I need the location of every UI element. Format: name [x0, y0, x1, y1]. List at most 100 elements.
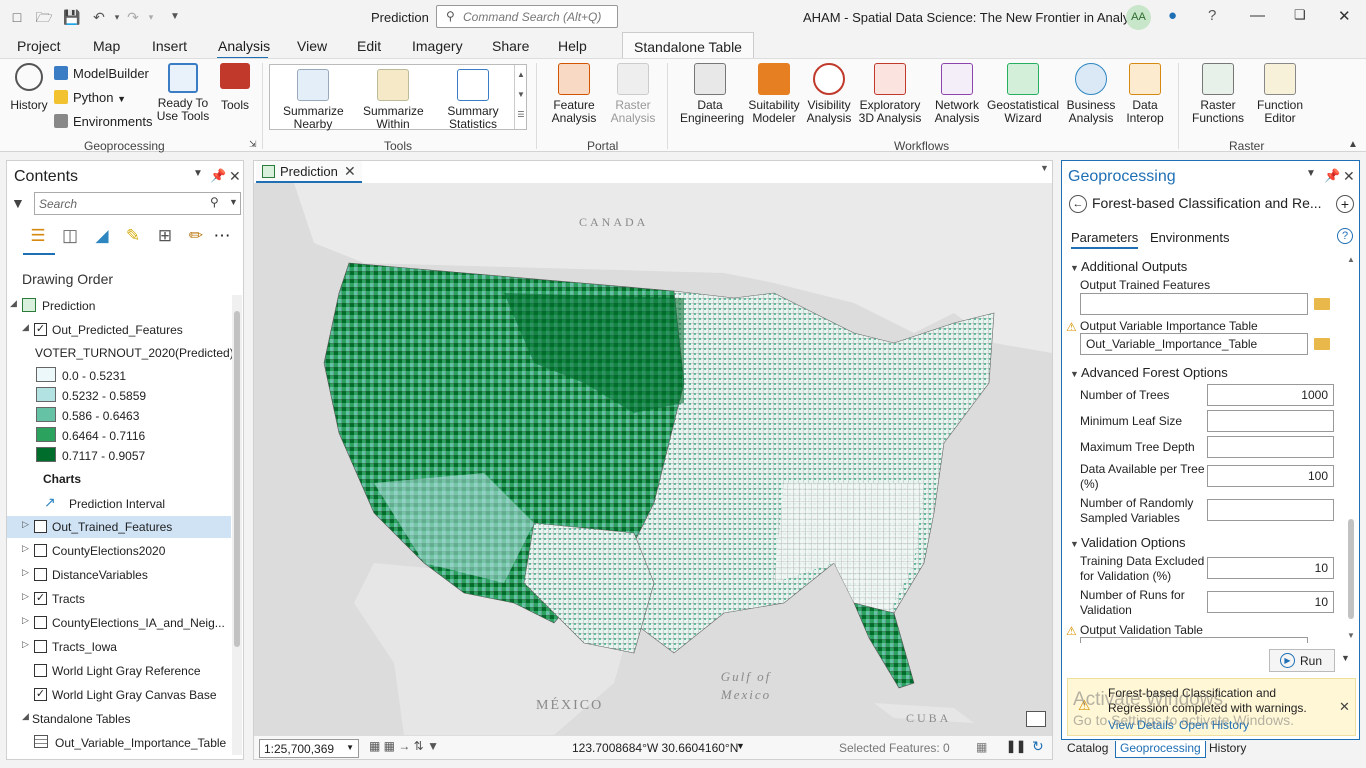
raster-functions-button[interactable]: Raster Functions	[1187, 63, 1249, 125]
view-options-icon[interactable]: ▼	[1040, 163, 1049, 173]
pin-icon[interactable]: 📌	[1324, 168, 1340, 184]
tab-analysis[interactable]: Analysis	[218, 38, 270, 54]
data-engineering-button[interactable]: Data Engineering	[676, 63, 744, 125]
network-analysis-button[interactable]: Network Analysis	[929, 63, 985, 125]
tab-help[interactable]: Help	[558, 38, 587, 54]
list-by-drawing-order-icon[interactable]: ☰	[27, 225, 49, 247]
tab-map[interactable]: Map	[93, 38, 120, 54]
collapse-icon[interactable]: ◢	[22, 711, 29, 722]
new-project-icon[interactable]: □	[8, 8, 26, 26]
layer-row[interactable]: ▷ CountyElections_IA_and_Neig...	[7, 612, 231, 634]
scroll-down-icon[interactable]: ▼	[1347, 631, 1355, 640]
output-validation-input[interactable]	[1080, 637, 1308, 643]
list-by-editing-icon[interactable]: ✎	[122, 225, 144, 247]
feature-analysis-button[interactable]: Feature Analysis	[545, 63, 603, 125]
layer-visibility-checkbox[interactable]	[34, 568, 47, 581]
summarize-within-button[interactable]: Summarize Within	[358, 69, 428, 131]
output-variable-importance-input[interactable]: Out_Variable_Importance_Table	[1080, 333, 1308, 355]
customize-toolbar-icon[interactable]: ▼	[166, 8, 184, 26]
open-project-icon[interactable]: 🗁	[35, 8, 53, 26]
expand-icon[interactable]: ▷	[22, 639, 29, 650]
pause-drawing-icon[interactable]: ❚❚	[1006, 739, 1026, 753]
layer-visibility-checkbox[interactable]: ✓	[34, 323, 47, 336]
grid-tools-icon[interactable]: ▦ ▦ → ⇅ ▼	[369, 739, 439, 753]
tab-history[interactable]: History	[1209, 741, 1246, 755]
table-icon[interactable]: ▦	[976, 740, 987, 754]
expand-icon[interactable]: ▷	[22, 615, 29, 626]
filter-icon[interactable]: ▼	[11, 195, 25, 211]
expand-icon[interactable]: ▷	[22, 519, 29, 530]
tab-catalog[interactable]: Catalog	[1067, 741, 1108, 755]
environments-button[interactable]: Environments	[54, 114, 152, 129]
notifications-icon[interactable]: ●	[1168, 7, 1177, 24]
redo-icon[interactable]: ↷	[124, 8, 142, 26]
expand-icon[interactable]: ▷	[22, 591, 29, 602]
coordinate-format-dropdown[interactable]: ▼	[736, 741, 745, 751]
parameters-scrollbar[interactable]: ▲ ▼	[1346, 255, 1356, 643]
tab-environments[interactable]: Environments	[1150, 230, 1229, 245]
close-pane-icon[interactable]: ✕	[229, 168, 241, 185]
tab-insert[interactable]: Insert	[152, 38, 187, 54]
layer-visibility-checkbox[interactable]: ✓	[34, 592, 47, 605]
minimum-leaf-size-input[interactable]	[1207, 410, 1334, 432]
tab-share[interactable]: Share	[492, 38, 529, 54]
legend-class[interactable]: 0.5232 - 0.5859	[7, 385, 231, 407]
restore-icon[interactable]: ❏	[1294, 7, 1306, 23]
layer-visibility-checkbox[interactable]	[34, 544, 47, 557]
list-by-data-source-icon[interactable]: ◫	[59, 225, 81, 247]
contents-scrollbar[interactable]	[232, 295, 242, 755]
standalone-tables-group[interactable]: ◢ Standalone Tables	[7, 708, 231, 730]
list-by-snapping-icon[interactable]: ⊞	[154, 225, 176, 247]
tab-standalone-table[interactable]: Standalone Table	[622, 32, 754, 58]
options-dropdown-icon[interactable]: ▼	[1306, 168, 1316, 179]
legend-class[interactable]: 0.586 - 0.6463	[7, 405, 231, 427]
tab-project[interactable]: Project	[17, 38, 61, 54]
scrollbar-thumb[interactable]	[234, 311, 240, 647]
tab-edit[interactable]: Edit	[357, 38, 381, 54]
redo-dropdown-icon[interactable]: ▾	[142, 8, 160, 26]
layer-row[interactable]: ▷ Out_Trained_Features	[7, 516, 231, 538]
number-of-runs-input[interactable]: 10	[1207, 591, 1334, 613]
randomly-sampled-variables-input[interactable]	[1207, 499, 1334, 521]
summarize-nearby-button[interactable]: Summarize Nearby	[278, 69, 348, 131]
layer-visibility-checkbox[interactable]	[34, 640, 47, 653]
data-interop-button[interactable]: Data Interop	[1120, 63, 1170, 125]
close-tab-icon[interactable]: ✕	[344, 163, 356, 180]
dialog-launcher-icon[interactable]: ⇲	[249, 139, 257, 150]
gallery-scroll[interactable]: ▲ ▼ ☰	[514, 65, 527, 129]
help-button[interactable]: ?	[1208, 7, 1216, 24]
maximum-tree-depth-input[interactable]	[1207, 436, 1334, 458]
list-by-selection-icon[interactable]: ◢	[91, 225, 113, 247]
more-options-icon[interactable]: ⋯	[211, 225, 233, 247]
map-tab[interactable]: Prediction ✕	[256, 161, 362, 183]
history-button[interactable]: History	[8, 63, 50, 112]
chart-prediction-interval[interactable]: ↗ Prediction Interval	[7, 493, 231, 515]
layer-out-predicted-features[interactable]: ◢ ✓ Out_Predicted_Features	[7, 319, 231, 341]
tree-map-prediction[interactable]: ◢ Prediction	[7, 295, 231, 317]
number-of-trees-input[interactable]: 1000	[1207, 384, 1334, 406]
exploratory-3d-button[interactable]: Exploratory 3D Analysis	[856, 63, 924, 125]
tab-geoprocessing[interactable]: Geoprocessing	[1115, 741, 1206, 758]
function-editor-button[interactable]: Function Editor	[1252, 63, 1308, 125]
legend-class[interactable]: 0.6464 - 0.7116	[7, 425, 231, 447]
ready-to-use-tools-button[interactable]: Ready To Use Tools	[152, 63, 214, 123]
raster-analysis-button[interactable]: Raster Analysis	[604, 63, 662, 125]
back-icon[interactable]: ←	[1069, 195, 1087, 213]
expand-icon[interactable]: ▷	[22, 567, 29, 578]
layer-visibility-checkbox[interactable]	[34, 520, 47, 533]
scrollbar-thumb[interactable]	[1348, 519, 1354, 619]
output-trained-features-input[interactable]	[1080, 293, 1308, 315]
business-analysis-button[interactable]: Business Analysis	[1062, 63, 1120, 125]
layer-row[interactable]: ▷ Tracts_Iowa	[7, 636, 231, 658]
help-icon[interactable]: ?	[1337, 228, 1353, 244]
collapse-icon[interactable]: ◢	[10, 298, 17, 309]
expand-icon[interactable]: ▷	[22, 543, 29, 554]
layer-row[interactable]: ✓ World Light Gray Canvas Base	[7, 684, 231, 706]
legend-class[interactable]: 0.0 - 0.5231	[7, 365, 231, 387]
save-project-icon[interactable]: 💾	[63, 8, 81, 26]
pin-icon[interactable]: 📌	[210, 168, 226, 184]
run-button[interactable]: ▶ Run	[1269, 649, 1335, 672]
list-by-labeling-icon[interactable]: ✏	[185, 225, 207, 247]
geostatistical-wizard-button[interactable]: Geostatistical Wizard	[987, 63, 1059, 125]
minimize-icon[interactable]: —	[1250, 7, 1265, 24]
